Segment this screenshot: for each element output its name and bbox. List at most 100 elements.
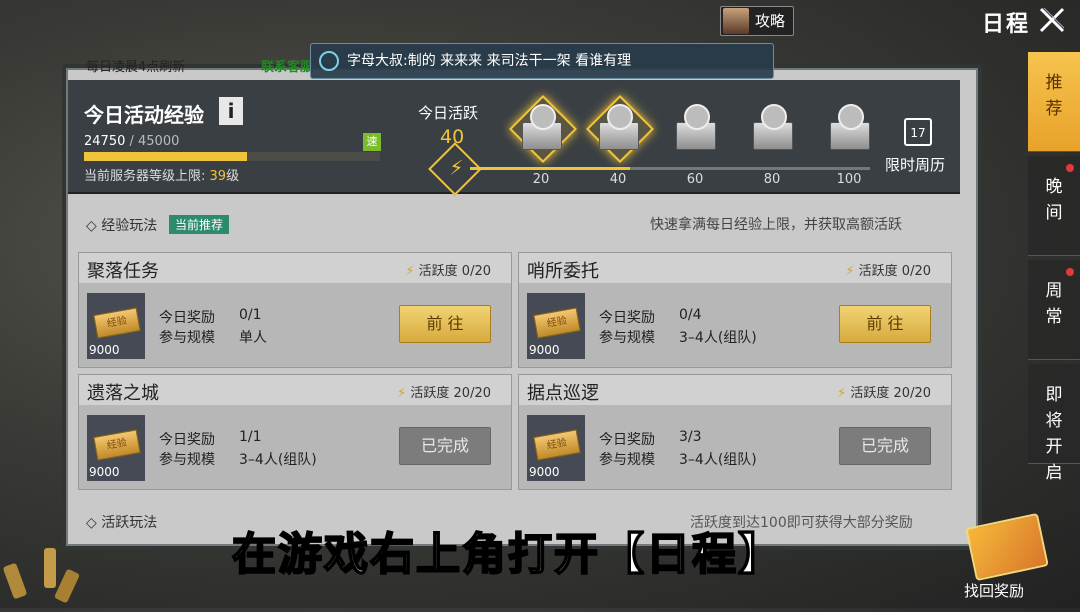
scale-label: 参与规模 <box>599 330 655 346</box>
category-tabs: 推荐晚间周常即将开启 <box>1028 52 1080 483</box>
guide-avatar <box>723 8 749 34</box>
card-title: 遗落之城 <box>87 383 159 404</box>
notification-dot <box>1066 268 1074 276</box>
card-title: 哨所委托 <box>527 261 599 282</box>
server-cap-level: 39 <box>209 169 227 184</box>
exp-numbers: 24750 / 45000 <box>84 134 179 149</box>
reward-label: 今日奖励 <box>159 432 215 448</box>
reward-value: 1/1 <box>239 429 262 445</box>
card-activity-value: 20/20 <box>893 386 931 401</box>
ticket-amount: 9000 <box>529 343 560 357</box>
activity-track-fill <box>470 167 630 170</box>
exp-title: 今日活动经验 <box>84 103 204 127</box>
card-title: 据点巡逻 <box>527 383 599 404</box>
close-icon[interactable] <box>1036 4 1068 36</box>
milestone-label: 100 <box>836 172 862 187</box>
notification-dot <box>1066 164 1074 172</box>
card-activity-label: 活跃度 <box>858 264 898 279</box>
card-activity: ⚡ 活跃度 0/20 <box>845 260 931 279</box>
category-tab[interactable]: 周常 <box>1028 260 1080 360</box>
reward-chest-icon[interactable] <box>741 96 803 158</box>
card-activity-label: 活跃度 <box>418 264 458 279</box>
scale-label: 参与规模 <box>599 452 655 468</box>
bullet-casings-decor <box>0 530 110 608</box>
scale-value: 3–4人(组队) <box>679 452 757 468</box>
lightning-icon: ⚡ <box>837 386 847 401</box>
chat-bubble[interactable]: 字母大叔:制的 来来来 来司法干一架 看谁有理 <box>310 43 774 79</box>
go-button[interactable]: 前 往 <box>399 305 491 343</box>
retrieve-reward-button[interactable]: 找回奖励 <box>950 508 1070 600</box>
active-section-label: 活跃玩法 <box>101 515 158 531</box>
retrieve-reward-label: 找回奖励 <box>964 582 1025 600</box>
ticket-label: 经验 <box>93 307 141 339</box>
card-activity-label: 活跃度 <box>410 386 450 401</box>
exp-section-label: 经验玩法 <box>101 218 158 234</box>
category-tab[interactable]: 推荐 <box>1028 52 1080 152</box>
activity-label: 今日活跃 <box>418 104 479 122</box>
guide-button[interactable]: 攻略 <box>720 6 795 36</box>
card-activity-value: 0/20 <box>901 264 931 279</box>
activity-card: 哨所委托 ⚡ 活跃度 0/20 经验 9000 今日奖励 0/4 参与规模 3–4人(组队) 前… <box>518 252 952 368</box>
video-subtitle: 在游戏右上角打开【日程】 <box>231 528 784 581</box>
ticket-label: 经验 <box>533 307 581 339</box>
scale-label: 参与规模 <box>159 452 215 468</box>
weekly-calendar-link[interactable]: 限时周历 <box>885 154 945 175</box>
reward-value: 3/3 <box>679 429 702 445</box>
category-tab[interactable]: 即将开启 <box>1028 364 1080 483</box>
ticket-label: 经验 <box>93 429 141 461</box>
guide-label: 攻略 <box>755 12 786 30</box>
reward-chest-icon[interactable] <box>818 96 880 158</box>
activity-card: 遗落之城 ⚡ 活跃度 20/20 经验 9000 今日奖励 1/1 参与规模 3–4人(组队)… <box>78 374 512 490</box>
card-activity: ⚡ 活跃度 20/20 <box>837 382 931 401</box>
service-link[interactable]: 联系客服 <box>261 56 313 75</box>
tab-label: 推荐 <box>1045 73 1063 119</box>
activity-card: 聚落任务 ⚡ 活跃度 0/20 经验 9000 今日奖励 0/1 参与规模 单人 前 往 <box>78 252 512 368</box>
reward-value: 0/4 <box>679 307 702 323</box>
category-tab[interactable]: 晚间 <box>1028 156 1080 256</box>
server-cap-suffix: 级 <box>226 169 240 184</box>
reward-label: 今日奖励 <box>599 432 655 448</box>
scale-value: 3–4人(组队) <box>239 452 317 468</box>
exp-section-title: ◇ 经验玩法 <box>86 218 158 234</box>
exp-ticket-icon: 经验 9000 <box>527 415 585 481</box>
reward-chest-icon[interactable] <box>509 95 577 163</box>
card-activity-label: 活跃度 <box>850 386 890 401</box>
completed-button[interactable]: 已完成 <box>839 427 931 465</box>
exp-ticket-icon: 经验 9000 <box>87 293 145 359</box>
milestone-label: 80 <box>763 172 781 187</box>
server-cap-prefix: 当前服务器等级上限: <box>84 169 210 184</box>
exp-ticket-icon: 经验 9000 <box>87 415 145 481</box>
calendar-icon[interactable]: 17 <box>904 118 932 146</box>
gift-box-icon <box>965 512 1049 582</box>
exp-current: 24750 <box>84 134 126 149</box>
page-title: 日程 <box>982 12 1031 37</box>
exp-max: 45000 <box>138 134 180 149</box>
scale-value: 单人 <box>239 330 267 346</box>
card-activity: ⚡ 活跃度 20/20 <box>397 382 491 401</box>
exp-progress-fill <box>84 152 247 161</box>
reward-chest-icon[interactable] <box>664 96 726 158</box>
reward-label: 今日奖励 <box>599 310 655 326</box>
activity-card: 据点巡逻 ⚡ 活跃度 20/20 经验 9000 今日奖励 3/3 参与规模 3–4人(组队)… <box>518 374 952 490</box>
lightning-icon: ⚡ <box>405 264 415 279</box>
exp-separator: / <box>125 134 139 149</box>
recommended-tag: 当前推荐 <box>169 215 230 234</box>
ticket-amount: 9000 <box>89 343 120 357</box>
voice-icon <box>319 51 339 71</box>
card-activity: ⚡ 活跃度 0/20 <box>405 260 491 279</box>
exp-ticket-icon: 经验 9000 <box>527 293 585 359</box>
card-title: 聚落任务 <box>87 261 159 282</box>
info-button[interactable]: i <box>219 97 243 125</box>
reward-chest-icon[interactable] <box>586 95 654 163</box>
completed-button[interactable]: 已完成 <box>399 427 491 465</box>
card-activity-value: 20/20 <box>453 386 491 401</box>
reward-label: 今日奖励 <box>159 310 215 326</box>
speed-badge: 速 <box>363 133 381 151</box>
scale-label: 参与规模 <box>159 330 215 346</box>
reward-value: 0/1 <box>239 307 262 323</box>
lightning-icon: ⚡ <box>845 264 855 279</box>
server-level-cap: 当前服务器等级上限: 39级 <box>84 165 239 184</box>
lightning-icon: ⚡ <box>397 386 407 401</box>
go-button[interactable]: 前 往 <box>839 305 931 343</box>
active-section-title: ◇ 活跃玩法 <box>86 515 158 531</box>
